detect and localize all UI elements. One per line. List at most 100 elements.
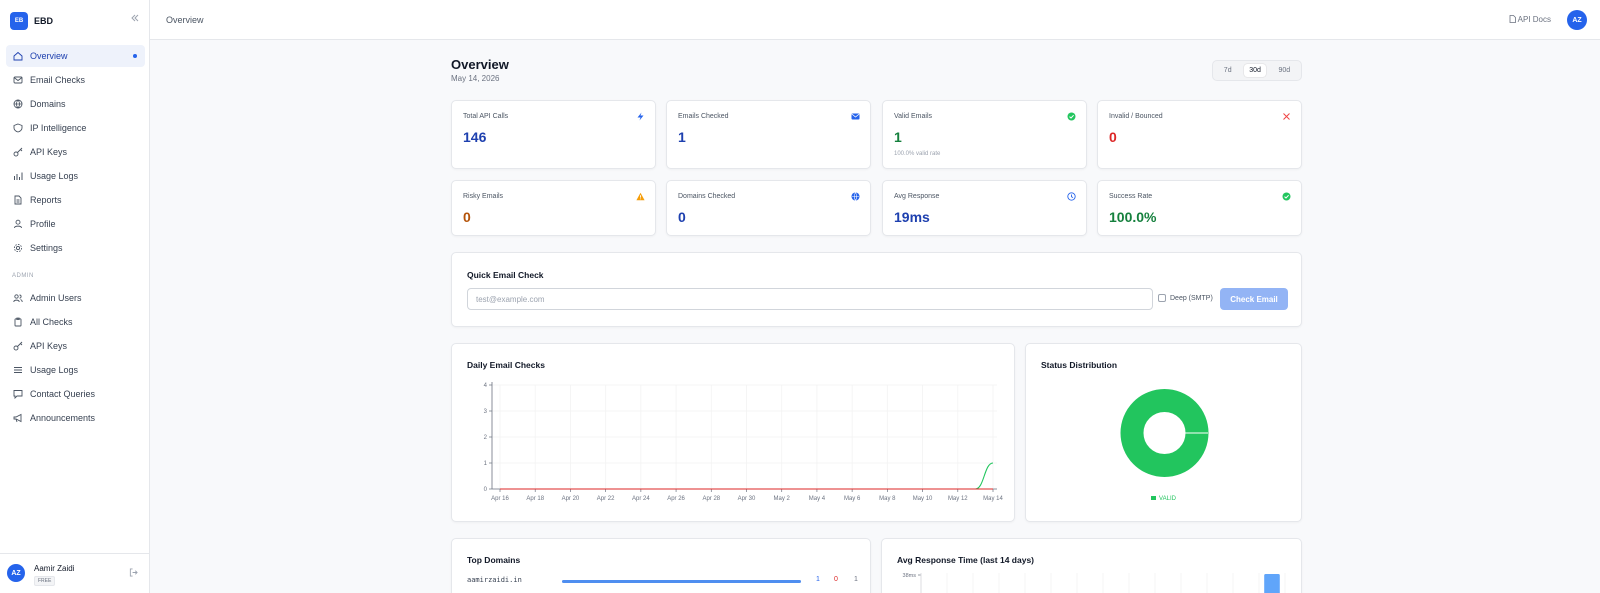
x-tick-label: Apr 16	[491, 496, 509, 502]
range-90d-button[interactable]: 90d	[1274, 64, 1296, 77]
stat-label: Invalid / Bounced	[1109, 113, 1163, 120]
stat-value: 100.0%	[1109, 209, 1157, 225]
check-circle-icon	[1282, 192, 1291, 201]
email-input[interactable]	[467, 288, 1153, 310]
sidebar-item-email-checks[interactable]: Email Checks	[6, 69, 145, 91]
invalid-count: 0	[834, 576, 838, 583]
x-tick-label: May 2	[774, 496, 791, 502]
sidebar-item-label: IP Intelligence	[30, 123, 87, 133]
card-title: Top Domains	[467, 555, 521, 565]
sidebar-item-domains[interactable]: Domains	[6, 93, 145, 115]
avg-response-chart: 38ms	[903, 573, 1286, 593]
y-tick-label: 4	[484, 383, 488, 389]
document-icon	[1509, 15, 1516, 25]
topbar: Overview API Docs AZ	[150, 0, 1600, 40]
deep-smtp-label: Deep (SMTP)	[1170, 294, 1213, 302]
sidebar-item-overview[interactable]: Overview	[6, 45, 145, 67]
sidebar-item-announcements[interactable]: Announcements	[6, 407, 145, 429]
breadcrumb: Overview	[166, 15, 204, 25]
admin-section-label: ADMIN	[12, 273, 34, 279]
check-email-button[interactable]: Check Email	[1220, 288, 1288, 310]
home-icon	[13, 51, 23, 61]
api-docs-label: API Docs	[1517, 15, 1551, 24]
y-tick-label: 2	[484, 435, 488, 441]
checkbox-icon[interactable]	[1158, 294, 1166, 302]
sidebar-item-contact-queries[interactable]: Contact Queries	[6, 383, 145, 405]
avatar[interactable]: AZ	[1567, 10, 1587, 30]
sidebar-item-profile[interactable]: Profile	[6, 213, 145, 235]
range-7d-button[interactable]: 7d	[1219, 64, 1237, 77]
avg-response-card: Avg Response Time (last 14 days) 38ms	[881, 538, 1302, 593]
users-icon	[13, 293, 23, 303]
sidebar-item-api-keys[interactable]: API Keys	[6, 141, 145, 163]
sidebar-item-label: Admin Users	[30, 293, 82, 303]
sidebar-item-label: Overview	[30, 51, 68, 61]
total-count: 1	[854, 576, 858, 583]
clock-icon	[1067, 192, 1076, 201]
sidebar-item-usage-logs[interactable]: Usage Logs	[6, 165, 145, 187]
sidebar-item-label: Announcements	[30, 413, 96, 423]
brand[interactable]: EB EBD	[10, 11, 140, 31]
check-circle-icon	[1067, 112, 1076, 121]
stat-value: 0	[463, 209, 471, 225]
legend-swatch	[1151, 496, 1157, 501]
stat-value: 0	[678, 209, 686, 225]
range-30d-button[interactable]: 30d	[1244, 64, 1266, 77]
file-icon	[13, 195, 23, 205]
table-row[interactable]: aamirzaidi.in 1 0 1	[467, 576, 858, 588]
sidebar-item-reports[interactable]: Reports	[6, 189, 145, 211]
stat-value: 146	[463, 129, 487, 145]
stat-card-risky-emails: Risky Emails 0	[451, 180, 656, 236]
deep-smtp-checkbox[interactable]: Deep (SMTP)	[1158, 294, 1213, 302]
logout-icon[interactable]	[129, 568, 138, 579]
stat-label: Emails Checked	[678, 113, 729, 120]
sidebar-item-api-keys[interactable]: API Keys	[6, 335, 145, 357]
user-panel: AZ Aamir Zaidi FREE	[0, 553, 150, 593]
x-tick-label: Apr 26	[667, 496, 685, 502]
y-tick-label: 0	[484, 487, 488, 493]
x-tick-label: Apr 30	[738, 496, 756, 502]
gear-icon	[13, 243, 23, 253]
sidebar-item-label: Email Checks	[30, 75, 86, 85]
sidebar-item-admin-users[interactable]: Admin Users	[6, 287, 145, 309]
x-icon	[1282, 112, 1291, 121]
sidebar-nav: Overview Email Checks Domains IP Intelligen…	[6, 45, 145, 261]
domain-share-bar	[562, 580, 801, 583]
collapse-sidebar-icon[interactable]	[130, 13, 140, 26]
quick-email-check-card: Quick Email Check Deep (SMTP) Check Emai…	[451, 252, 1302, 327]
stat-value: 0	[1109, 129, 1117, 145]
stat-label: Valid Emails	[894, 113, 932, 120]
bolt-icon	[636, 112, 645, 121]
avatar[interactable]: AZ	[7, 564, 25, 582]
key-icon	[13, 341, 23, 351]
sidebar-item-label: Usage Logs	[30, 171, 79, 181]
user-name: Aamir Zaidi	[34, 564, 75, 573]
top-domains-card: Top Domains aamirzaidi.in 1 0 1	[451, 538, 871, 593]
api-docs-link[interactable]: API Docs	[1509, 15, 1551, 25]
x-tick-label: May 14	[983, 496, 1003, 502]
sidebar-item-label: Contact Queries	[30, 389, 96, 399]
x-tick-label: May 6	[844, 496, 861, 502]
sidebar-item-all-checks[interactable]: All Checks	[6, 311, 145, 333]
stat-card-emails-checked: Emails Checked 1	[666, 100, 871, 169]
stat-label: Avg Response	[894, 193, 940, 200]
stat-value: 1	[894, 129, 902, 145]
key-icon	[13, 147, 23, 157]
stat-label: Total API Calls	[463, 113, 509, 120]
y-tick-label: 38ms	[903, 573, 917, 579]
stat-value: 1	[678, 129, 686, 145]
x-tick-label: May 4	[809, 496, 826, 502]
x-tick-label: Apr 24	[632, 496, 650, 502]
x-tick-label: May 12	[948, 496, 968, 502]
sidebar-item-usage-logs[interactable]: Usage Logs	[6, 359, 145, 381]
sidebar-item-settings[interactable]: Settings	[6, 237, 145, 259]
x-tick-label: Apr 18	[526, 496, 544, 502]
stat-subtext: 100.0% valid rate	[894, 151, 941, 157]
sidebar-item-label: API Keys	[30, 147, 68, 157]
sidebar-item-label: Usage Logs	[30, 365, 79, 375]
stat-card-avg-response: Avg Response 19ms	[882, 180, 1087, 236]
x-tick-label: Apr 20	[562, 496, 580, 502]
megaphone-icon	[13, 413, 23, 423]
sidebar-item-ip-intelligence[interactable]: IP Intelligence	[6, 117, 145, 139]
x-tick-label: May 8	[879, 496, 896, 502]
